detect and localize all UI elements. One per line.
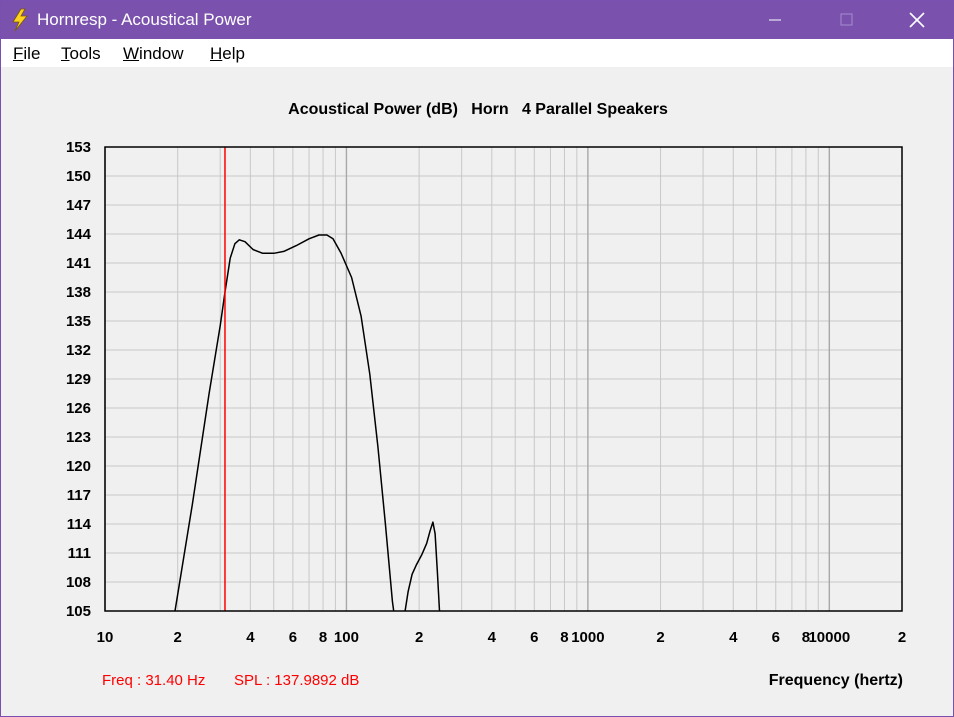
close-icon <box>909 12 925 28</box>
y-tick-label: 132 <box>66 342 91 359</box>
spl-readout: SPL : 137.9892 dB <box>234 672 359 689</box>
menu-help-mnemonic: H <box>210 44 223 63</box>
y-tick-label: 114 <box>67 516 92 533</box>
x-tick-label: 2 <box>415 629 423 646</box>
y-tick-label: 126 <box>66 400 91 417</box>
x-tick-label: 8 <box>560 629 568 646</box>
close-button[interactable] <box>894 1 940 39</box>
window-title: Hornresp - Acoustical Power <box>37 10 252 29</box>
x-tick-label: 100 <box>334 629 359 646</box>
menu-help[interactable]: Help <box>210 44 245 64</box>
y-tick-label: 117 <box>67 487 91 504</box>
title-bar[interactable]: Hornresp - Acoustical Power <box>1 1 953 39</box>
freq-readout: Freq : 31.40 Hz <box>102 672 205 689</box>
x-tick-label: 1000 <box>571 629 604 646</box>
y-tick-label: 150 <box>66 168 91 185</box>
chart-title: Acoustical Power (dB) Horn 4 Parallel Sp… <box>288 101 668 118</box>
y-tick-label: 138 <box>66 284 91 301</box>
minimize-icon <box>769 19 781 21</box>
menu-window-mnemonic: W <box>123 44 140 63</box>
y-tick-label: 147 <box>66 197 91 214</box>
y-tick-label: 105 <box>66 603 91 620</box>
menu-tools-label: ools <box>69 44 101 63</box>
menu-file[interactable]: File <box>13 44 40 64</box>
app-window: Hornresp - Acoustical Power File Tools W… <box>0 0 954 717</box>
y-tick-label: 141 <box>66 255 91 272</box>
menu-tools[interactable]: Tools <box>61 44 101 64</box>
x-tick-label: 8 <box>319 629 327 646</box>
menu-help-label: elp <box>222 44 245 63</box>
response-curve <box>174 234 441 612</box>
y-tick-label: 153 <box>66 139 91 156</box>
maximize-button[interactable] <box>823 1 869 39</box>
acoustical-power-chart[interactable]: Acoustical Power (dB) Horn 4 Parallel Sp… <box>1 67 953 716</box>
y-tick-label: 120 <box>66 458 91 475</box>
minimize-button[interactable] <box>752 1 798 39</box>
lightning-bolt-icon <box>12 8 28 32</box>
x-tick-label: 6 <box>530 629 538 646</box>
x-tick-label: 4 <box>729 629 738 646</box>
menu-tools-mnemonic: T <box>61 44 70 63</box>
x-tick-label: 4 <box>246 629 255 646</box>
x-tick-label: 2 <box>898 629 906 646</box>
plot-area[interactable]: Acoustical Power (dB) Horn 4 Parallel Sp… <box>1 67 953 716</box>
menu-window[interactable]: Window <box>123 44 183 64</box>
maximize-icon <box>840 13 853 26</box>
x-axis-label: Frequency (hertz) <box>769 672 903 689</box>
menu-window-label: indow <box>139 44 184 63</box>
x-tick-label: 6 <box>772 629 780 646</box>
y-tick-label: 144 <box>66 226 92 243</box>
x-tick-label: 10 <box>97 629 114 646</box>
axis-tick-labels: 1051081111141171201231261291321351381411… <box>66 139 906 646</box>
menu-bar: File Tools Window Help <box>1 39 953 67</box>
curve-segment <box>404 521 441 612</box>
curve-segment <box>174 234 395 612</box>
x-tick-label: 4 <box>488 629 497 646</box>
y-tick-label: 135 <box>66 313 91 330</box>
x-tick-label: 6 <box>289 629 297 646</box>
menu-file-mnemonic: F <box>13 44 24 63</box>
y-tick-label: 108 <box>66 574 91 591</box>
y-tick-label: 111 <box>68 545 91 562</box>
y-tick-label: 129 <box>66 371 91 388</box>
x-tick-label: 2 <box>174 629 182 646</box>
y-tick-label: 123 <box>66 429 91 446</box>
x-tick-label: 2 <box>656 629 664 646</box>
menu-file-label: ile <box>23 44 41 63</box>
x-tick-label: 10000 <box>808 629 850 646</box>
